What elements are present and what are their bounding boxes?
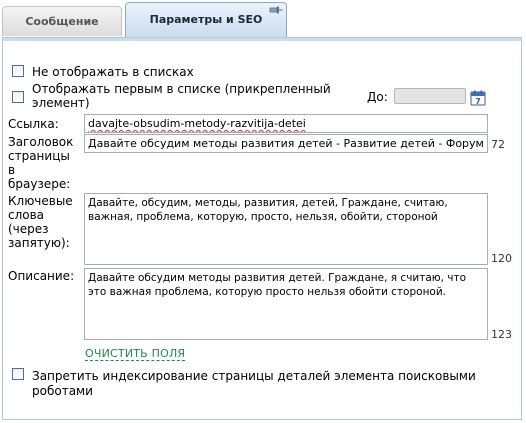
tab-params-seo-label: Параметры и SEO [149, 13, 263, 26]
until-date-input[interactable] [394, 88, 466, 104]
noindex-label-line1: Запретить индексирование страницы детале… [32, 369, 476, 383]
tab-message[interactable]: Сообщение [2, 6, 122, 36]
link-label: Ссылка: [8, 117, 59, 131]
link-input[interactable]: davajte-obsudim-metody-razvitija-detei [84, 114, 488, 133]
title-label-line4: браузере: [8, 177, 71, 191]
hide-in-lists-checkbox[interactable] [12, 65, 24, 77]
browser-title-value: Давайте обсудим методы развития детей - … [88, 137, 484, 150]
clear-fields-link[interactable]: ОЧИСТИТЬ ПОЛЯ [85, 347, 186, 361]
tab-message-label: Сообщение [25, 15, 99, 28]
keywords-label-line2: слова [8, 208, 45, 222]
title-label-line2: страницы [8, 149, 70, 163]
link-value: davajte-obsudim-metody-razvitija-detei [88, 117, 306, 130]
keywords-textarea[interactable]: Давайте, обсудим, методы, развития, дете… [84, 193, 488, 265]
description-value: Давайте обсудим методы развития детей. Г… [88, 272, 467, 298]
browser-title-char-count: 72 [491, 138, 505, 151]
show-first-label-line1: Отображать первым в списке (прикрепленны… [32, 82, 331, 96]
tab-params-seo[interactable]: Параметры и SEO [125, 2, 287, 38]
svg-text:7: 7 [475, 97, 481, 106]
description-char-count: 123 [491, 328, 512, 341]
show-first-checkbox[interactable] [12, 91, 24, 103]
noindex-checkbox[interactable] [12, 368, 24, 380]
keywords-label-line3: (через [8, 222, 49, 236]
noindex-label-line2: роботами [32, 384, 93, 398]
keywords-char-count: 120 [491, 252, 512, 265]
keywords-label-line4: запятую): [8, 236, 70, 250]
keywords-label-line1: Ключевые [8, 194, 73, 208]
until-label: До: [367, 90, 388, 104]
hide-in-lists-label: Не отображать в списках [32, 65, 194, 79]
tab-bar: Сообщение Параметры и SEO [0, 0, 526, 38]
panel-top-strip [3, 38, 521, 41]
title-label-line1: Заголовок [8, 135, 74, 149]
show-first-label-line2: элемент) [32, 96, 90, 110]
keywords-value: Давайте, обсудим, методы, развития, дете… [88, 197, 448, 223]
title-label-line3: в [8, 163, 16, 177]
description-textarea[interactable]: Давайте обсудим методы развития детей. Г… [84, 268, 488, 340]
browser-title-input[interactable]: Давайте обсудим методы развития детей - … [84, 134, 488, 153]
calendar-icon[interactable]: 7 [470, 90, 486, 106]
pin-icon[interactable] [269, 5, 283, 15]
description-label: Описание: [8, 269, 75, 283]
